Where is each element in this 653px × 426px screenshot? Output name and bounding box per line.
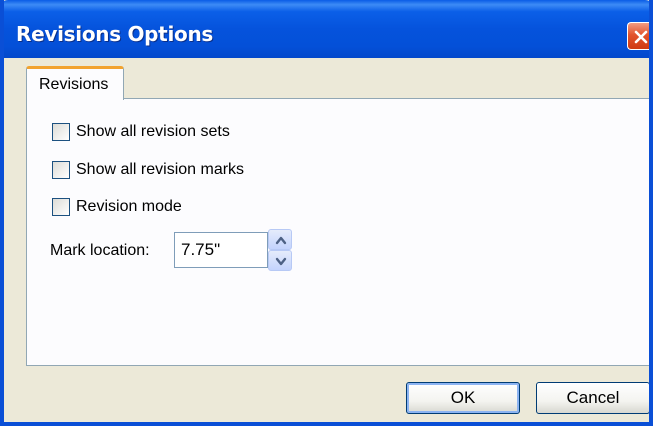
show-all-revision-sets-label: Show all revision sets [76,123,230,140]
spin-up-button[interactable] [268,229,292,250]
revision-mode-checkbox[interactable] [52,198,70,216]
tab-revisions[interactable]: Revisions [26,66,124,100]
title-bar[interactable]: Revisions Options [4,0,649,58]
mark-location-spinner [268,229,292,271]
cancel-button[interactable]: Cancel [536,382,649,414]
show-all-revision-sets-option[interactable]: Show all revision sets [52,122,230,142]
ok-button[interactable]: OK [406,382,520,414]
revision-mode-option[interactable]: Revision mode [52,197,182,217]
dialog-title: Revisions Options [16,22,213,46]
mark-location-input[interactable]: 7.75" [174,232,268,268]
show-all-revision-marks-option[interactable]: Show all revision marks [52,160,244,180]
mark-location-label: Mark location: [50,242,150,259]
tab-revisions-label: Revisions [39,76,109,93]
close-icon [634,30,648,44]
show-all-revision-sets-checkbox[interactable] [52,123,70,141]
close-button[interactable] [627,22,649,50]
spin-down-button[interactable] [268,250,292,271]
show-all-revision-marks-label: Show all revision marks [76,161,245,178]
revisions-options-dialog: Revisions Options Revisions Show all rev… [0,0,653,426]
chevron-up-icon [275,236,287,245]
revision-mode-label: Revision mode [76,198,182,215]
show-all-revision-marks-checkbox[interactable] [52,161,70,179]
chevron-down-icon [275,257,287,266]
